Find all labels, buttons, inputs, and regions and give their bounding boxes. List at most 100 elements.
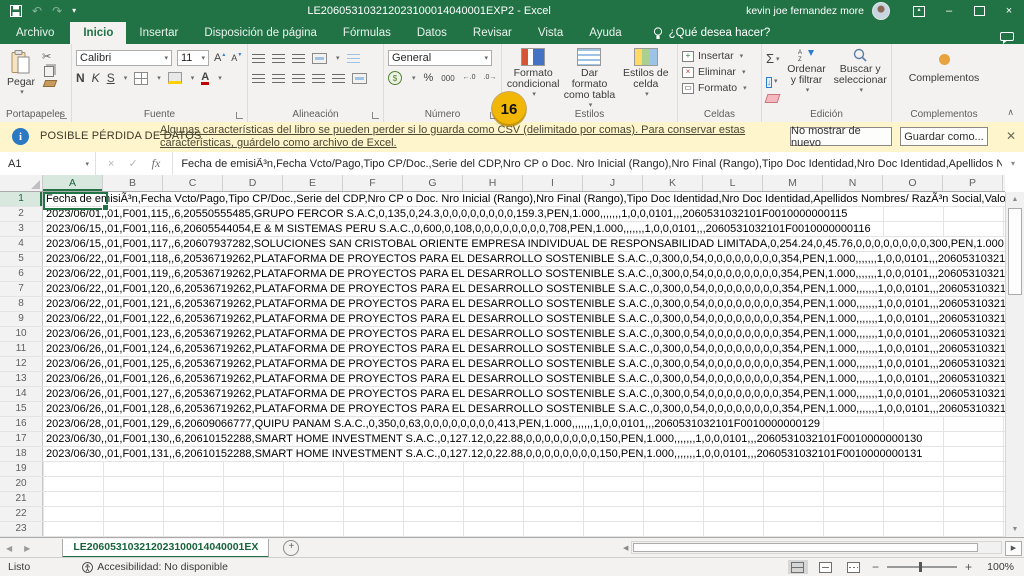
grid-row[interactable]: 112023/06/26,,01,F001,124,,6,20536719262… — [0, 342, 1005, 357]
decrease-indent-icon[interactable] — [312, 74, 325, 83]
grid-row[interactable]: 162023/06/28,,01,F001,129,,6,20609066777… — [0, 417, 1005, 432]
row-header-10[interactable]: 10 — [0, 327, 43, 341]
horizontal-scroll-thumb[interactable] — [633, 543, 978, 552]
align-center-icon[interactable] — [272, 74, 285, 83]
column-header-O[interactable]: O — [883, 175, 943, 191]
grid-row[interactable]: 22 — [0, 507, 1005, 522]
restore-button[interactable] — [964, 0, 994, 22]
row-cells[interactable] — [43, 462, 1005, 476]
customize-qat-icon[interactable]: ▾ — [72, 0, 76, 22]
cut-icon[interactable]: ✂ — [42, 52, 56, 63]
grid-row[interactable]: 42023/06/15,,01,F001,117,,6,20607937282,… — [0, 237, 1005, 252]
row-cells[interactable]: 2023/06/15,,01,F001,116,,6,20605544054,E… — [43, 222, 1005, 236]
font-name-select[interactable]: Calibri ▾ — [76, 50, 172, 66]
row-header-5[interactable]: 5 — [0, 252, 43, 266]
increase-indent-icon[interactable] — [332, 74, 345, 83]
row-cells[interactable]: 2023/06/22,,01,F001,119,,6,20536719262,P… — [43, 267, 1005, 281]
avatar[interactable] — [872, 2, 890, 20]
page-layout-view-icon[interactable] — [816, 560, 836, 574]
grid-row[interactable]: 152023/06/26,,01,F001,128,,6,20536719262… — [0, 402, 1005, 417]
cell-styles-button[interactable]: Estilos de celda ▾ — [619, 48, 673, 109]
row-cells[interactable]: 2023/06/22,,01,F001,120,,6,20536719262,P… — [43, 282, 1005, 296]
font-color-icon[interactable]: A — [201, 72, 209, 85]
column-header-D[interactable]: D — [223, 175, 283, 191]
align-left-icon[interactable] — [252, 74, 265, 83]
row-cells[interactable]: 2023/06/26,,01,F001,128,,6,20536719262,P… — [43, 402, 1005, 416]
redo-icon[interactable]: ↷ — [52, 0, 62, 22]
row-cells[interactable] — [43, 522, 1005, 536]
tell-me-search[interactable]: ¿Qué desea hacer? — [653, 22, 771, 44]
row-cells[interactable]: 2023/06/26,,01,F001,127,,6,20536719262,P… — [43, 387, 1005, 401]
previous-sheet-icon[interactable]: ◀ — [0, 544, 18, 553]
tab-archivo[interactable]: Archivo — [0, 22, 70, 44]
row-cells[interactable]: 2023/06/30,,01,F001,130,,6,20610152288,S… — [43, 432, 1005, 446]
next-sheet-icon[interactable]: ▶ — [18, 544, 36, 553]
column-header-P[interactable]: P — [943, 175, 1003, 191]
row-header-8[interactable]: 8 — [0, 297, 43, 311]
borders-icon[interactable] — [134, 72, 148, 85]
format-painter-icon[interactable] — [43, 80, 58, 87]
increase-decimal-icon[interactable]: ←.0 — [463, 74, 476, 82]
row-header-1[interactable]: 1 — [0, 192, 43, 206]
row-header-6[interactable]: 6 — [0, 267, 43, 281]
cancel-entry-icon[interactable]: × — [108, 158, 114, 170]
align-middle-icon[interactable] — [272, 54, 285, 63]
comments-icon[interactable] — [1000, 32, 1014, 44]
row-header-3[interactable]: 3 — [0, 222, 43, 236]
row-cells[interactable]: Fecha de emisiÃ³n,Fecha Vcto/Pago,Tipo C… — [43, 192, 1005, 206]
align-right-icon[interactable] — [292, 74, 305, 83]
format-as-table-button[interactable]: Dar formato como tabla ▾ — [562, 48, 616, 109]
zoom-level[interactable]: 100% — [980, 561, 1014, 573]
column-header-E[interactable]: E — [283, 175, 343, 191]
bold-button[interactable]: N — [76, 71, 85, 85]
save-icon[interactable] — [10, 5, 22, 17]
new-sheet-icon[interactable]: + — [283, 540, 299, 556]
sort-filter-button[interactable]: AZ Ordenar y filtrar ▾ — [784, 48, 830, 103]
vertical-scroll-thumb[interactable] — [1008, 208, 1022, 295]
row-header-12[interactable]: 12 — [0, 357, 43, 371]
grid-row[interactable]: 22023/06/01,,01,F001,115,,6,20550555485,… — [0, 207, 1005, 222]
row-cells[interactable]: 2023/06/28,,01,F001,129,,6,20609066777,Q… — [43, 417, 1005, 431]
grid-row[interactable]: 21 — [0, 492, 1005, 507]
comma-style-icon[interactable]: 000 — [441, 74, 454, 83]
column-header-B[interactable]: B — [103, 175, 163, 191]
row-header-20[interactable]: 20 — [0, 477, 43, 491]
collapse-ribbon-icon[interactable]: ∧ — [1007, 107, 1014, 118]
row-header-17[interactable]: 17 — [0, 432, 43, 446]
fill-color-icon[interactable] — [168, 72, 182, 84]
format-cells-button[interactable]: ▭ Formato ▾ — [682, 80, 757, 96]
save-as-button[interactable]: Guardar como... — [900, 127, 988, 146]
grid-row[interactable]: 82023/06/22,,01,F001,121,,6,20536719262,… — [0, 297, 1005, 312]
row-cells[interactable]: 2023/06/26,,01,F001,125,,6,20536719262,P… — [43, 357, 1005, 371]
align-top-icon[interactable] — [252, 54, 265, 63]
warning-message-link[interactable]: Algunas características del libro se pue… — [160, 124, 785, 150]
clear-icon[interactable] — [765, 94, 781, 103]
grid-row[interactable]: 20 — [0, 477, 1005, 492]
font-size-select[interactable]: 11 ▾ — [177, 50, 209, 66]
decrease-decimal-icon[interactable]: .0→ — [484, 74, 497, 82]
column-header-H[interactable]: H — [463, 175, 523, 191]
insert-function-icon[interactable]: fx — [152, 156, 161, 171]
tab-disposici-n-de-p-gina[interactable]: Disposición de página — [191, 22, 330, 44]
ribbon-display-options-icon[interactable]: ▴ — [904, 0, 934, 22]
row-cells[interactable] — [43, 492, 1005, 506]
horizontal-scrollbar[interactable]: ◀ — [620, 541, 1002, 554]
row-cells[interactable]: 2023/06/15,,01,F001,117,,6,20607937282,S… — [43, 237, 1005, 251]
row-header-23[interactable]: 23 — [0, 522, 43, 536]
grid-row[interactable]: 52023/06/22,,01,F001,118,,6,20536719262,… — [0, 252, 1005, 267]
autosum-icon[interactable]: Σ▾ — [766, 50, 780, 68]
account-name[interactable]: kevin joe fernandez more — [738, 5, 872, 17]
row-header-16[interactable]: 16 — [0, 417, 43, 431]
merge-center-icon[interactable] — [352, 73, 367, 84]
grid-row[interactable]: 122023/06/26,,01,F001,125,,6,20536719262… — [0, 357, 1005, 372]
column-header-K[interactable]: K — [643, 175, 703, 191]
add-ins-button[interactable]: Complementos — [896, 48, 992, 84]
row-cells[interactable]: 2023/06/22,,01,F001,121,,6,20536719262,P… — [43, 297, 1005, 311]
undo-icon[interactable]: ↶ — [32, 0, 42, 22]
column-header-I[interactable]: I — [523, 175, 583, 191]
row-header-19[interactable]: 19 — [0, 462, 43, 476]
row-header-13[interactable]: 13 — [0, 372, 43, 386]
fill-icon[interactable]: ↓▾ — [766, 72, 780, 90]
row-cells[interactable]: 2023/06/22,,01,F001,118,,6,20536719262,P… — [43, 252, 1005, 266]
insert-cells-button[interactable]: + Insertar ▾ — [682, 48, 757, 64]
